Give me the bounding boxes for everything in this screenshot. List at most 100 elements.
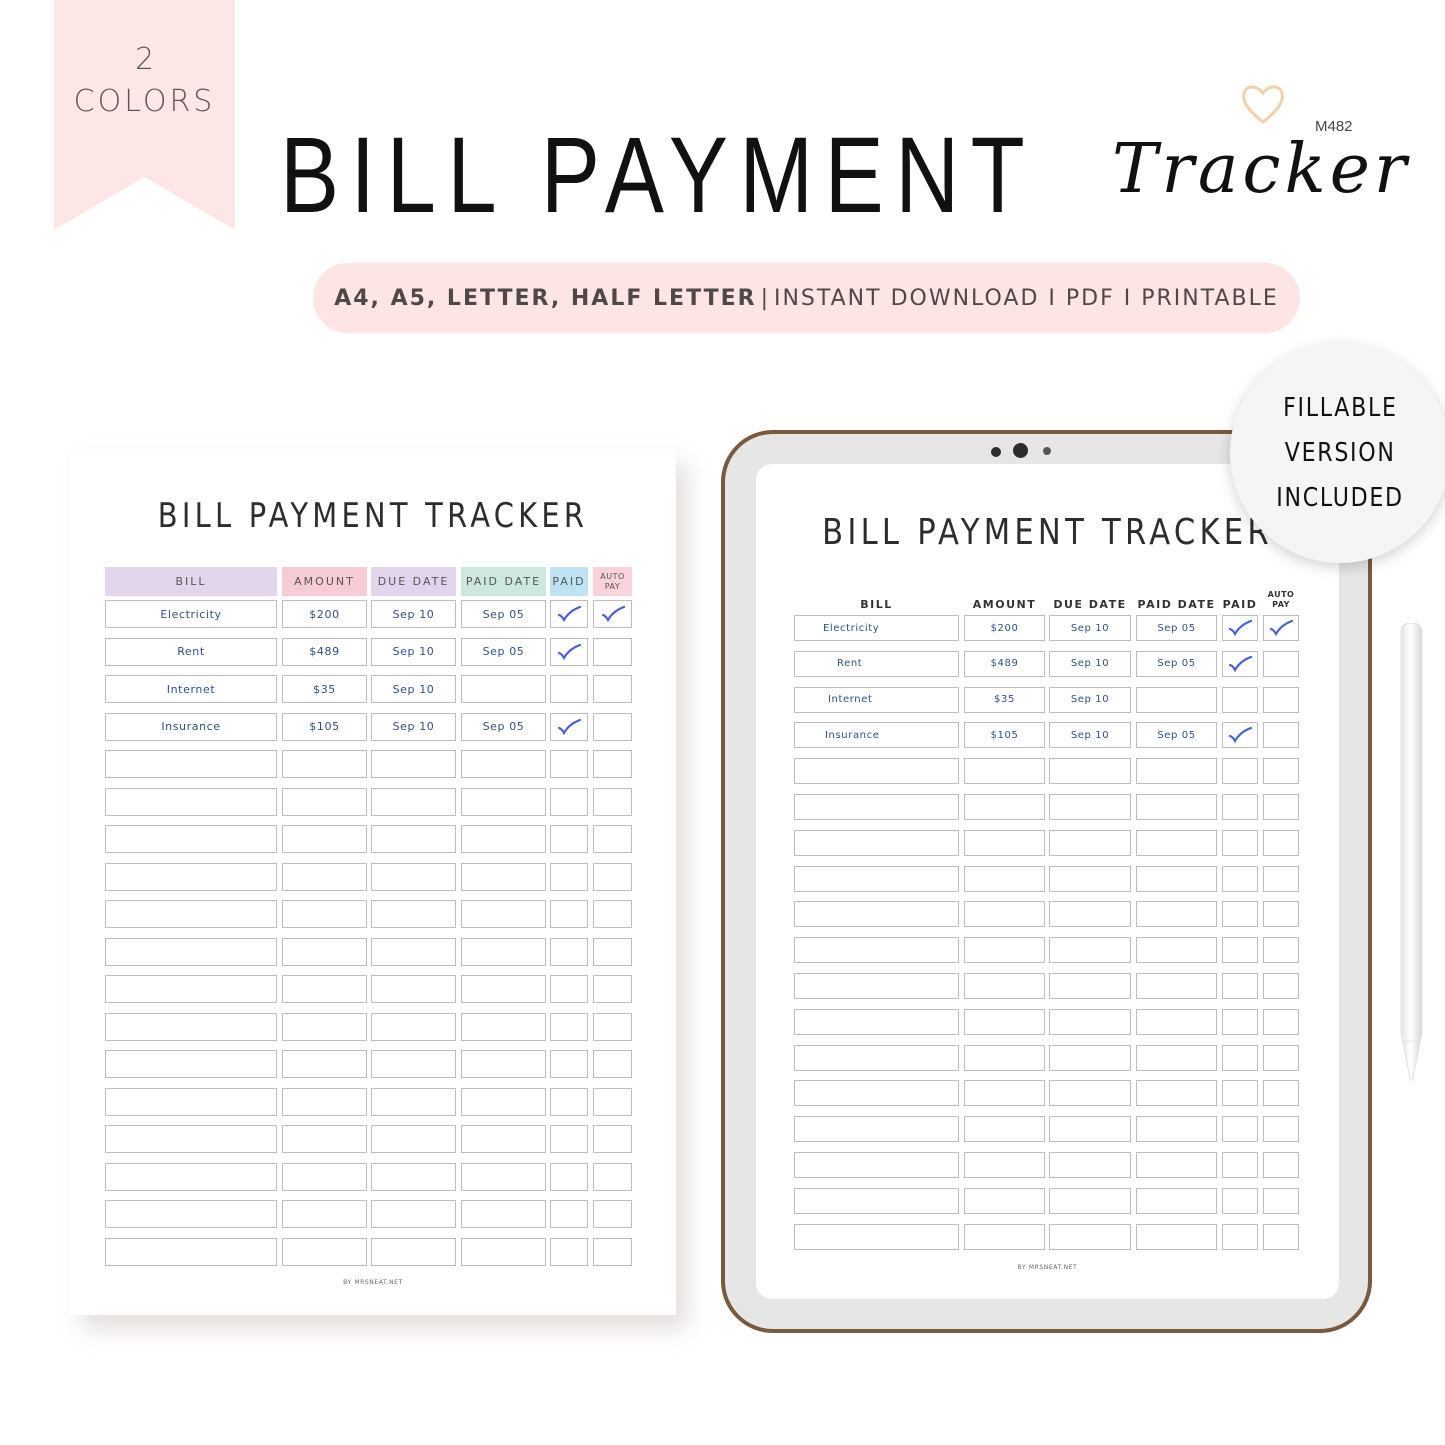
tablet-cell-paid-date[interactable]	[1136, 937, 1217, 964]
tablet-cell-bill[interactable]: Internet	[794, 686, 959, 713]
tablet-cell-paid-date[interactable]: Sep 05	[1136, 722, 1217, 749]
tablet-cell-paid-date[interactable]	[1136, 865, 1217, 892]
tablet-cell-due-date[interactable]	[1049, 901, 1131, 928]
tablet-cell-auto-pay[interactable]	[1263, 1223, 1299, 1250]
tablet-cell-bill[interactable]	[794, 1044, 959, 1071]
tablet-cell-auto-pay[interactable]	[1263, 1187, 1299, 1214]
tablet-cell-auto-pay[interactable]	[1263, 1044, 1299, 1071]
tablet-cell-bill[interactable]	[794, 973, 959, 999]
tablet-cell-due-date[interactable]: Sep 10	[1049, 650, 1131, 677]
tablet-cell-due-date[interactable]	[1049, 1152, 1131, 1178]
tablet-cell-due-date[interactable]	[1049, 758, 1131, 785]
tablet-cell-auto-pay[interactable]	[1263, 794, 1299, 820]
tablet-cell-amount[interactable]: $489	[964, 650, 1045, 677]
tablet-cell-due-date[interactable]	[1049, 865, 1131, 892]
tablet-cell-paid-date[interactable]	[1136, 686, 1217, 713]
tablet-cell-paid-date[interactable]: Sep 05	[1136, 650, 1217, 677]
tablet-cell-paid[interactable]	[1222, 1080, 1258, 1107]
tablet-cell-due-date[interactable]	[1049, 1044, 1131, 1071]
tablet-cell-bill[interactable]	[794, 1080, 959, 1107]
tablet-cell-auto-pay[interactable]	[1263, 865, 1299, 892]
tablet-cell-paid[interactable]	[1222, 1152, 1258, 1178]
tablet-cell-due-date[interactable]	[1049, 937, 1131, 964]
tablet-cell-amount[interactable]: $200	[964, 615, 1045, 641]
tablet-cell-auto-pay[interactable]	[1263, 615, 1299, 641]
tablet-cell-paid-date[interactable]	[1136, 901, 1217, 928]
tablet-cell-paid-date[interactable]: Sep 05	[1136, 615, 1217, 641]
tablet-cell-paid-date[interactable]	[1136, 1152, 1217, 1178]
tablet-cell-paid[interactable]	[1222, 615, 1258, 641]
tablet-cell-paid[interactable]	[1222, 650, 1258, 677]
tablet-cell-bill[interactable]	[794, 1152, 959, 1178]
tablet-cell-amount[interactable]	[964, 865, 1045, 892]
tablet-cell-paid[interactable]	[1222, 1116, 1258, 1143]
tablet-cell-due-date[interactable]	[1049, 1080, 1131, 1107]
tablet-cell-paid-date[interactable]	[1136, 1044, 1217, 1071]
tablet-cell-amount[interactable]	[964, 794, 1045, 820]
tablet-cell-paid-date[interactable]	[1136, 1008, 1217, 1035]
tablet-cell-bill[interactable]: Electricity	[794, 615, 959, 641]
tablet-cell-paid[interactable]	[1222, 1187, 1258, 1214]
tablet-cell-due-date[interactable]: Sep 10	[1049, 615, 1131, 641]
tablet-cell-bill[interactable]	[794, 1008, 959, 1035]
tablet-cell-auto-pay[interactable]	[1263, 1152, 1299, 1178]
tablet-cell-bill[interactable]	[794, 865, 959, 892]
tablet-cell-due-date[interactable]: Sep 10	[1049, 722, 1131, 749]
tablet-cell-auto-pay[interactable]	[1263, 686, 1299, 713]
tablet-cell-amount[interactable]	[964, 901, 1045, 928]
tablet-cell-amount[interactable]	[964, 1116, 1045, 1143]
tablet-cell-due-date[interactable]	[1049, 829, 1131, 856]
tablet-cell-amount[interactable]	[964, 829, 1045, 856]
tablet-cell-bill[interactable]	[794, 937, 959, 964]
tablet-cell-paid[interactable]	[1222, 829, 1258, 856]
tablet-cell-paid[interactable]	[1222, 937, 1258, 964]
tablet-cell-paid-date[interactable]	[1136, 1116, 1217, 1143]
tablet-cell-amount[interactable]	[964, 758, 1045, 785]
tablet-cell-due-date[interactable]: Sep 10	[1049, 686, 1131, 713]
tablet-cell-auto-pay[interactable]	[1263, 650, 1299, 677]
tablet-cell-amount[interactable]	[964, 973, 1045, 999]
tablet-cell-paid[interactable]	[1222, 1044, 1258, 1071]
tablet-cell-due-date[interactable]	[1049, 1008, 1131, 1035]
tablet-cell-auto-pay[interactable]	[1263, 1008, 1299, 1035]
tablet-cell-paid[interactable]	[1222, 973, 1258, 999]
tablet-cell-amount[interactable]: $105	[964, 722, 1045, 749]
tablet-cell-bill[interactable]	[794, 829, 959, 856]
tablet-cell-auto-pay[interactable]	[1263, 1080, 1299, 1107]
tablet-cell-paid-date[interactable]	[1136, 1080, 1217, 1107]
tablet-cell-auto-pay[interactable]	[1263, 758, 1299, 785]
tablet-cell-paid[interactable]	[1222, 794, 1258, 820]
tablet-cell-bill[interactable]	[794, 1187, 959, 1214]
tablet-cell-paid-date[interactable]	[1136, 1223, 1217, 1250]
tablet-cell-auto-pay[interactable]	[1263, 829, 1299, 856]
tablet-cell-due-date[interactable]	[1049, 1187, 1131, 1214]
tablet-cell-amount[interactable]	[964, 937, 1045, 964]
tablet-cell-auto-pay[interactable]	[1263, 1116, 1299, 1143]
tablet-cell-auto-pay[interactable]	[1263, 901, 1299, 928]
tablet-cell-bill[interactable]	[794, 1116, 959, 1143]
tablet-cell-amount[interactable]	[964, 1152, 1045, 1178]
tablet-cell-due-date[interactable]	[1049, 1223, 1131, 1250]
tablet-cell-bill[interactable]	[794, 1223, 959, 1250]
tablet-cell-paid[interactable]	[1222, 722, 1258, 749]
tablet-cell-bill[interactable]	[794, 758, 959, 785]
tablet-cell-paid-date[interactable]	[1136, 758, 1217, 785]
tablet-cell-amount[interactable]	[964, 1008, 1045, 1035]
tablet-cell-bill[interactable]: Insurance	[794, 722, 959, 749]
tablet-cell-amount[interactable]: $35	[964, 686, 1045, 713]
tablet-cell-paid-date[interactable]	[1136, 794, 1217, 820]
tablet-cell-auto-pay[interactable]	[1263, 722, 1299, 749]
tablet-cell-paid[interactable]	[1222, 1008, 1258, 1035]
tablet-cell-paid[interactable]	[1222, 686, 1258, 713]
tablet-cell-paid[interactable]	[1222, 758, 1258, 785]
tablet-cell-auto-pay[interactable]	[1263, 973, 1299, 999]
tablet-cell-bill[interactable]	[794, 901, 959, 928]
tablet-cell-paid-date[interactable]	[1136, 1187, 1217, 1214]
tablet-cell-paid[interactable]	[1222, 1223, 1258, 1250]
tablet-cell-paid[interactable]	[1222, 865, 1258, 892]
tablet-cell-due-date[interactable]	[1049, 794, 1131, 820]
tablet-cell-amount[interactable]	[964, 1044, 1045, 1071]
tablet-cell-due-date[interactable]	[1049, 1116, 1131, 1143]
tablet-cell-paid[interactable]	[1222, 901, 1258, 928]
tablet-cell-bill[interactable]	[794, 794, 959, 820]
